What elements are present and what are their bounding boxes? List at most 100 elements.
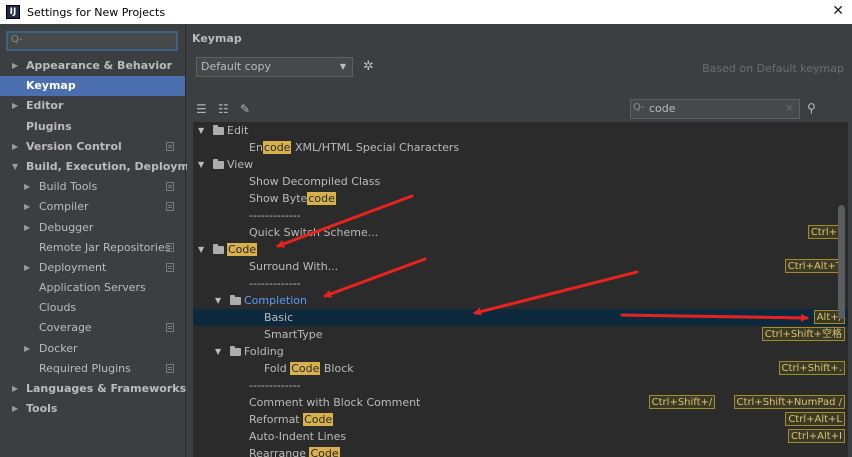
shortcut-badge: Ctrl+Shift+空格: [761, 327, 845, 341]
expanded-arrow-icon[interactable]: ▼: [198, 122, 204, 139]
shortcut-badge: Ctrl+Alt+I: [787, 429, 845, 443]
settings-search-input[interactable]: Q-: [6, 31, 178, 51]
expand-all-icon[interactable]: ☰: [196, 102, 207, 116]
tree-scrollbar[interactable]: [838, 205, 845, 319]
expanded-arrow-icon[interactable]: ▼: [215, 343, 221, 360]
collapsed-arrow-icon[interactable]: ▶: [24, 258, 30, 278]
tree-action-basic[interactable]: Basic Alt+/: [193, 309, 848, 326]
tree-item-label: Auto-Indent Lines: [249, 428, 346, 445]
expanded-arrow-icon[interactable]: ▼: [215, 292, 221, 309]
project-settings-icon: [166, 262, 174, 272]
sidebar-item-label: Build Tools: [39, 180, 98, 194]
tree-action-rearrange-code[interactable]: Rearrange Code: [193, 445, 848, 457]
tree-action-separator[interactable]: -------------: [193, 207, 848, 224]
sidebar-item-label: Debugger: [39, 220, 94, 234]
sidebar-item-debugger[interactable]: ▶ Debugger: [0, 218, 185, 238]
tree-action-show-decompiled-class[interactable]: Show Decompiled Class: [193, 173, 848, 190]
keymap-action-tree: ▼ Edit Encode XML/HTML Special Characters ▼…: [193, 122, 848, 457]
title-bar: IJ Settings for New Projects ✕: [0, 0, 852, 24]
tree-item-label: -------------: [249, 377, 301, 394]
sidebar-item-build-tools[interactable]: ▶ Build Tools: [0, 177, 185, 197]
sidebar-item-docker[interactable]: ▶ Docker: [0, 339, 185, 359]
shortcut-badge: Ctrl+Alt+L: [785, 412, 845, 426]
tree-folder-view[interactable]: ▼ View: [193, 156, 848, 173]
find-by-shortcut-icon[interactable]: ⚲: [807, 101, 816, 115]
label-text: Basic: [264, 311, 294, 324]
label-text: En: [249, 141, 263, 154]
keymap-scheme-dropdown[interactable]: Default copy ▼: [196, 57, 353, 77]
sidebar-item-application-servers[interactable]: Application Servers: [0, 278, 185, 298]
sidebar-item-coverage[interactable]: Coverage: [0, 318, 185, 338]
tree-action-reformat-code[interactable]: Reformat Code Ctrl+Alt+L: [193, 411, 848, 428]
sidebar-item-languages-frameworks[interactable]: ▶ Languages & Frameworks: [0, 379, 186, 399]
collapsed-arrow-icon[interactable]: ▶: [24, 197, 30, 217]
label-text: Block: [320, 362, 354, 375]
expanded-arrow-icon[interactable]: ▼: [198, 156, 204, 173]
tree-action-separator[interactable]: -------------: [193, 377, 848, 394]
collapsed-arrow-icon[interactable]: ▶: [12, 399, 18, 419]
label-text: -------------: [249, 209, 301, 222]
tree-action-comment-with-block-comment[interactable]: Comment with Block Comment Ctrl+Shift+Num…: [193, 394, 848, 411]
sidebar-item-remote-jar-repositories[interactable]: Remote Jar Repositories: [0, 238, 185, 258]
folder-icon: [230, 346, 241, 356]
sidebar-item-label: Plugins: [26, 119, 72, 133]
keymap-search-value: code: [649, 102, 676, 115]
sidebar-item-label: Deployment: [39, 260, 107, 274]
sidebar-item-compiler[interactable]: ▶ Compiler: [0, 197, 185, 217]
label-text: Surround With...: [249, 260, 339, 273]
window-title: Settings for New Projects: [27, 5, 166, 19]
keymap-search-input[interactable]: Q- code ×: [630, 99, 800, 119]
gear-icon[interactable]: ✲: [363, 59, 374, 74]
shortcut-badge: Ctrl+Alt+T: [784, 259, 845, 273]
label-text: Folding: [244, 345, 284, 358]
collapsed-arrow-icon[interactable]: ▶: [24, 339, 30, 359]
search-match-highlight: code: [262, 141, 292, 154]
search-icon: Q-: [633, 102, 645, 113]
tree-action-separator[interactable]: -------------: [193, 275, 848, 292]
collapse-all-icon[interactable]: ☷: [218, 102, 229, 116]
tree-folder-completion[interactable]: ▼ Completion: [193, 292, 848, 309]
sidebar-item-tools[interactable]: ▶ Tools: [0, 399, 185, 419]
tree-item-label: Folding: [244, 343, 284, 360]
tree-action-surround-with[interactable]: Surround With... Ctrl+Alt+T: [193, 258, 848, 275]
sidebar-item-editor[interactable]: ▶ Editor: [0, 96, 185, 116]
collapsed-arrow-icon[interactable]: ▶: [24, 177, 30, 197]
collapsed-arrow-icon[interactable]: ▶: [12, 56, 18, 76]
label-text: Edit: [227, 124, 249, 137]
expanded-arrow-icon[interactable]: ▼: [198, 241, 204, 258]
sidebar-item-deployment[interactable]: ▶ Deployment: [0, 258, 185, 278]
tree-item-label: Basic: [264, 309, 293, 326]
tree-action-show-bytecode[interactable]: Show Bytecode: [193, 190, 848, 207]
tree-folder-folding[interactable]: ▼ Folding: [193, 343, 848, 360]
sidebar-item-build-execution-deployment[interactable]: ▼ Build, Execution, Deployment: [0, 157, 209, 177]
clear-search-icon[interactable]: ×: [785, 101, 794, 114]
tree-item-label: Edit: [227, 122, 248, 139]
sidebar-item-appearance-behavior[interactable]: ▶ Appearance & Behavior: [0, 56, 185, 76]
tree-folder-code[interactable]: ▼ Code: [193, 241, 848, 258]
tree-action-quick-switch-scheme[interactable]: Quick Switch Scheme... Ctrl+`: [193, 224, 848, 241]
edit-pencil-icon[interactable]: ✎: [240, 102, 250, 116]
page-title: Keymap: [192, 32, 242, 45]
collapsed-arrow-icon[interactable]: ▶: [12, 96, 18, 116]
project-settings-icon: [166, 242, 174, 252]
tree-action-auto-indent-lines[interactable]: Auto-Indent Lines Ctrl+Alt+I: [193, 428, 848, 445]
expanded-arrow-icon[interactable]: ▼: [12, 157, 18, 177]
tree-action-smarttype[interactable]: SmartType Ctrl+Shift+空格: [193, 326, 848, 343]
collapsed-arrow-icon[interactable]: ▶: [24, 218, 30, 238]
sidebar-item-clouds[interactable]: Clouds: [0, 298, 185, 318]
sidebar-item-plugins[interactable]: Plugins: [0, 117, 185, 137]
tree-action-fold-code-block[interactable]: Fold Code Block Ctrl+Shift+.: [193, 360, 848, 377]
sidebar-item-keymap[interactable]: Keymap: [0, 76, 185, 97]
keymap-scheme-value: Default copy: [201, 60, 271, 73]
close-icon[interactable]: ✕: [832, 3, 844, 19]
sidebar-item-required-plugins[interactable]: Required Plugins: [0, 359, 185, 379]
sidebar-item-label: Editor: [26, 99, 64, 113]
tree-item-label: Completion: [244, 292, 307, 309]
tree-folder-edit[interactable]: ▼ Edit: [193, 122, 848, 139]
sidebar-item-version-control[interactable]: ▶ Version Control: [0, 137, 185, 157]
collapsed-arrow-icon[interactable]: ▶: [12, 137, 18, 157]
collapsed-arrow-icon[interactable]: ▶: [12, 379, 18, 399]
tree-action-encode-xml-html-special-characters[interactable]: Encode XML/HTML Special Characters: [193, 139, 848, 156]
project-settings-icon: [166, 182, 174, 192]
folder-icon: [213, 125, 224, 135]
